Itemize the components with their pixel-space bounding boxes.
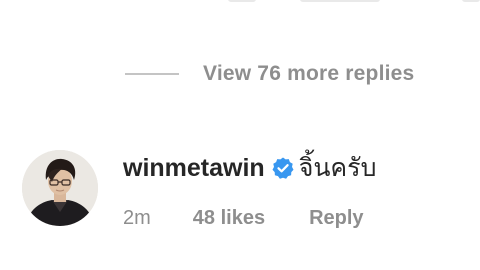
comments-view: View 76 more replies winmetawin จิ้นครับ…: [0, 0, 480, 270]
avatar[interactable]: [22, 150, 98, 226]
reply-button[interactable]: Reply: [309, 207, 363, 230]
comment-likes-count[interactable]: 48 likes: [193, 207, 265, 230]
comment-username[interactable]: winmetawin: [123, 154, 265, 183]
comment-text: จิ้นครับ: [298, 153, 377, 182]
previous-row-cutoff: [0, 0, 480, 4]
cutoff-text-fragment: [228, 0, 256, 2]
view-more-replies-button[interactable]: View 76 more replies: [125, 58, 414, 90]
cutoff-text-fragment: [462, 0, 480, 2]
comment-header: winmetawin จิ้นครับ: [123, 150, 376, 186]
cutoff-text-fragment: [300, 0, 380, 2]
view-more-replies-label: View 76 more replies: [203, 62, 415, 85]
replies-divider-line: [125, 73, 179, 75]
comment-timestamp: 2m: [123, 206, 151, 229]
verified-badge-icon: [271, 156, 295, 180]
comment-meta: 2m 48 likes Reply: [123, 203, 364, 233]
profile-photo: [22, 150, 98, 226]
